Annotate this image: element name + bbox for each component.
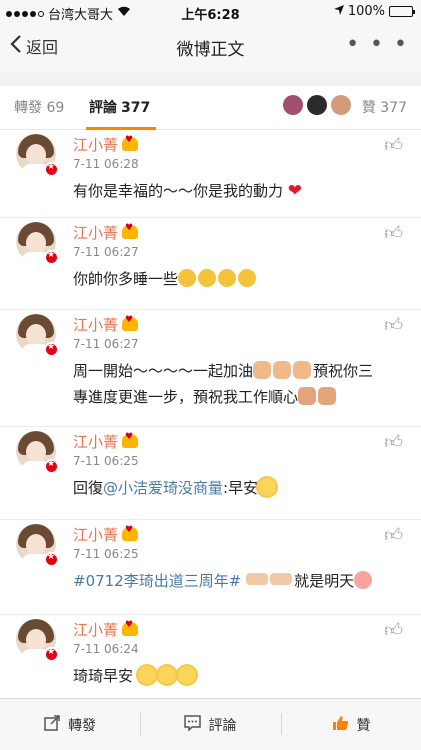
comment-text: 有你是幸福的～～你是我的動力 ❤ [73,181,303,201]
comment-text: 琦琦早安 [73,663,403,689]
user-mention-link[interactable]: @小洁爱琦没商量 [103,479,223,497]
fist-bump-icon [298,387,317,405]
bottom-toolbar: 轉發 評論 贊 [0,698,421,750]
comment-time: 7-11 06:28 [73,157,139,171]
comment-item: 江小菁 7-11 06:25 👍︎ 回復@小洁爱琦没商量:早安 [0,427,421,520]
location-arrow-icon [333,4,344,19]
comment-label: 評論 [208,718,237,734]
sun-smile-emoji-icon [137,666,156,684]
sun-smile-emoji-icon [258,478,277,496]
grin-emoji-icon [198,269,217,287]
thumbs-up-icon [332,715,349,736]
repost-label: 轉發 [68,718,96,734]
comment-text: #0712李琦出道三周年# 就是明天 [73,568,403,594]
status-right: 100% [333,4,415,19]
liker-avatar [307,95,327,115]
sun-smile-emoji-icon [177,666,196,684]
like-label: 贊 [356,718,371,734]
tab-comments-count: 377 [121,100,151,116]
repost-button[interactable]: 轉發 [0,699,140,750]
comment-item: 江小菁 7-11 06:24 👍︎ 琦琦早安 [0,615,421,698]
thumbs-up-icon[interactable]: 👍︎ [384,134,403,156]
flexed-biceps-icon [273,361,292,379]
tab-likes[interactable]: 贊 377 [362,97,407,117]
verified-badge-icon [44,162,59,177]
pointing-hand-icon [246,573,269,585]
vip-badge-icon [122,135,139,151]
comment-time: 7-11 06:27 [73,337,139,351]
grin-emoji-icon [218,269,237,287]
battery-icon [389,6,415,17]
like-button[interactable]: 贊 [281,699,421,750]
hashtag-link[interactable]: #0712李琦出道三周年# [73,572,241,590]
comment-username[interactable]: 江小菁 [73,134,139,155]
vip-badge-icon [122,223,139,239]
comment-time: 7-11 06:25 [73,454,139,468]
section-divider [0,72,421,86]
vip-badge-icon [122,432,139,448]
fist-bump-icon [318,387,337,405]
tab-bar: 轉發 69 評論 377 贊 377 [0,86,421,130]
comment-button[interactable]: 評論 [140,699,280,750]
comment-username[interactable]: 江小菁 [73,431,139,452]
thumbs-up-icon[interactable]: 👍︎ [384,222,403,244]
vip-badge-icon [122,315,139,331]
comment-item: 江小菁 7-11 06:27 👍︎ 你帥你多睡一些 [0,218,421,310]
liker-avatar [283,95,303,115]
comment-time: 7-11 06:24 [73,642,139,656]
navigation-bar: 返回 微博正文 • • • [0,22,421,72]
red-heart-icon: ❤ [287,181,303,201]
thumbs-up-icon[interactable]: 👍︎ [384,619,403,641]
vip-badge-icon [122,525,139,541]
comment-item: 江小菁 7-11 06:27 👍︎ 周一開始～～～～一起加油預祝你三 專進度更進… [0,310,421,427]
comment-text: 周一開始～～～～一起加油 預祝你三 專進度更進一步，預祝我工作順心 [73,361,374,406]
flexed-biceps-icon [253,361,272,379]
thumbs-up-icon[interactable]: 👍︎ [384,431,403,453]
verified-badge-icon [44,459,59,474]
vip-badge-icon [122,620,139,636]
pig-emoji-icon [354,571,373,589]
tab-reposts-label: 轉發 [14,100,42,116]
liker-avatar [331,95,351,115]
comment-username[interactable]: 江小菁 [73,222,139,243]
comment-item: 江小菁 7-11 06:25 👍︎ #0712李琦出道三周年# 就是明天 [0,520,421,615]
flexed-biceps-icon [293,361,312,379]
verified-badge-icon [44,250,59,265]
comment-time: 7-11 06:25 [73,547,139,561]
comment-list[interactable]: 江小菁 7-11 06:28 👍︎ 有你是幸福的～～你是我的動力 ❤ 江小菁 7… [0,130,421,698]
verified-badge-icon [44,342,59,357]
liker-avatars[interactable] [283,95,351,115]
comment-text: 你帥你多睡一些 [73,266,403,292]
comment-text: 回復@小洁爱琦没商量:早安 [73,475,403,501]
tab-likes-count: 377 [380,100,407,116]
grin-emoji-icon [238,269,257,287]
sun-smile-emoji-icon [157,666,176,684]
pointing-hand-icon [270,573,293,585]
comment-username[interactable]: 江小菁 [73,314,139,335]
comment-username[interactable]: 江小菁 [73,524,139,545]
comment-time: 7-11 06:27 [73,245,139,259]
tab-comments-label: 評論 [89,100,117,116]
grin-emoji-icon [178,269,197,287]
comment-icon [183,714,201,736]
tab-likes-label: 贊 [361,100,376,116]
tab-reposts-count: 69 [46,100,65,116]
verified-badge-icon [44,552,59,567]
battery-percent: 100% [347,4,385,19]
tab-reposts[interactable]: 轉發 69 [14,97,64,117]
comment-item: 江小菁 7-11 06:28 👍︎ 有你是幸福的～～你是我的動力 ❤ [0,130,421,218]
thumbs-up-icon[interactable]: 👍︎ [384,524,403,546]
comment-username[interactable]: 江小菁 [73,619,139,640]
status-bar: 台湾大哥大 上午6:28 100% [0,0,421,23]
more-options-icon[interactable]: • • • [346,32,409,57]
thumbs-up-icon[interactable]: 👍︎ [384,314,403,336]
tab-comments[interactable]: 評論 377 [89,97,150,117]
share-icon [44,714,60,736]
verified-badge-icon [44,647,59,662]
